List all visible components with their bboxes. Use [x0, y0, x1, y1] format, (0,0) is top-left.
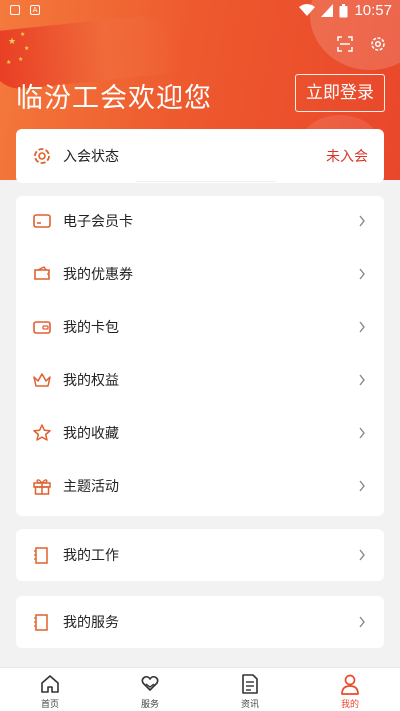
menu-item-label: 我的权益 [63, 373, 119, 389]
chevron-right-icon [359, 549, 365, 561]
menu-item-label: 电子会员卡 [63, 214, 133, 230]
bottom-tab-bar: 首页 服务 资讯 我的 [0, 667, 400, 711]
clock: 10:57 [354, 2, 392, 19]
my-work-card[interactable]: 我的工作 [16, 529, 384, 581]
notification-icon [10, 5, 20, 15]
flag-star-icon: ★ [18, 56, 24, 63]
menu-card: 电子会员卡 我的优惠券 我的卡包 我的权益 我的收藏 主题活动 [16, 196, 384, 516]
document-icon [242, 674, 258, 694]
menu-item-label: 主题活动 [63, 479, 119, 495]
flag-star-icon: ★ [8, 37, 17, 47]
flag-star-icon: ★ [6, 59, 12, 66]
divider [136, 181, 276, 182]
chevron-right-icon [359, 480, 365, 492]
battery-icon [339, 3, 348, 17]
tab-label: 资讯 [240, 700, 259, 710]
tab-mine[interactable]: 我的 [300, 668, 400, 711]
menu-item-member-card[interactable]: 电子会员卡 [16, 201, 384, 241]
my-service-card[interactable]: 我的服务 [16, 596, 384, 648]
chevron-right-icon [359, 268, 365, 280]
tab-label: 服务 [140, 700, 159, 710]
home-icon [41, 675, 59, 693]
chevron-right-icon [359, 374, 365, 386]
tab-home[interactable]: 首页 [0, 668, 100, 711]
menu-item-activities[interactable]: 主题活动 [16, 466, 384, 506]
chevron-right-icon [359, 616, 365, 628]
crown-icon [33, 373, 51, 387]
scan-icon[interactable] [335, 34, 355, 54]
star-icon [33, 424, 51, 441]
heart-hands-icon [141, 675, 159, 691]
notebook-icon [34, 614, 48, 631]
tab-news[interactable]: 资讯 [200, 668, 300, 711]
menu-item-favorites[interactable]: 我的收藏 [16, 413, 384, 453]
notebook-icon [34, 547, 48, 564]
welcome-title: 临汾工会欢迎您 [16, 83, 212, 114]
menu-item-benefits[interactable]: 我的权益 [16, 360, 384, 400]
membership-status-value: 未入会 [326, 149, 368, 165]
settings-gear-icon[interactable] [368, 34, 388, 54]
card-icon [33, 214, 51, 228]
tab-services[interactable]: 服务 [100, 668, 200, 711]
menu-item-label: 我的服务 [63, 615, 119, 631]
coupon-icon [34, 266, 50, 280]
menu-item-label: 我的卡包 [63, 320, 119, 336]
menu-item-coupons[interactable]: 我的优惠券 [16, 254, 384, 294]
chevron-right-icon [359, 427, 365, 439]
chevron-right-icon [359, 215, 365, 227]
flag-star-icon: ★ [24, 45, 30, 52]
notification-a-icon: A [30, 5, 40, 15]
tab-label: 首页 [40, 700, 59, 710]
chevron-right-icon [359, 321, 365, 333]
signal-icon [321, 4, 334, 17]
login-button[interactable]: 立即登录 [295, 74, 385, 112]
menu-item-label: 我的工作 [63, 548, 119, 564]
membership-status-label: 入会状态 [63, 149, 119, 165]
gift-icon [33, 479, 51, 495]
wallet-icon [33, 321, 51, 334]
lifebuoy-icon [34, 148, 50, 164]
menu-item-label: 我的优惠券 [63, 267, 133, 283]
person-icon [341, 674, 359, 695]
menu-item-label: 我的收藏 [63, 426, 119, 442]
status-bar: A 10:57 [0, 0, 400, 22]
membership-status-card[interactable]: 入会状态 未入会 [16, 129, 384, 183]
tab-label: 我的 [340, 700, 359, 710]
flag-star-icon: ★ [20, 31, 26, 38]
wifi-icon [299, 4, 316, 16]
menu-item-wallet[interactable]: 我的卡包 [16, 307, 384, 347]
